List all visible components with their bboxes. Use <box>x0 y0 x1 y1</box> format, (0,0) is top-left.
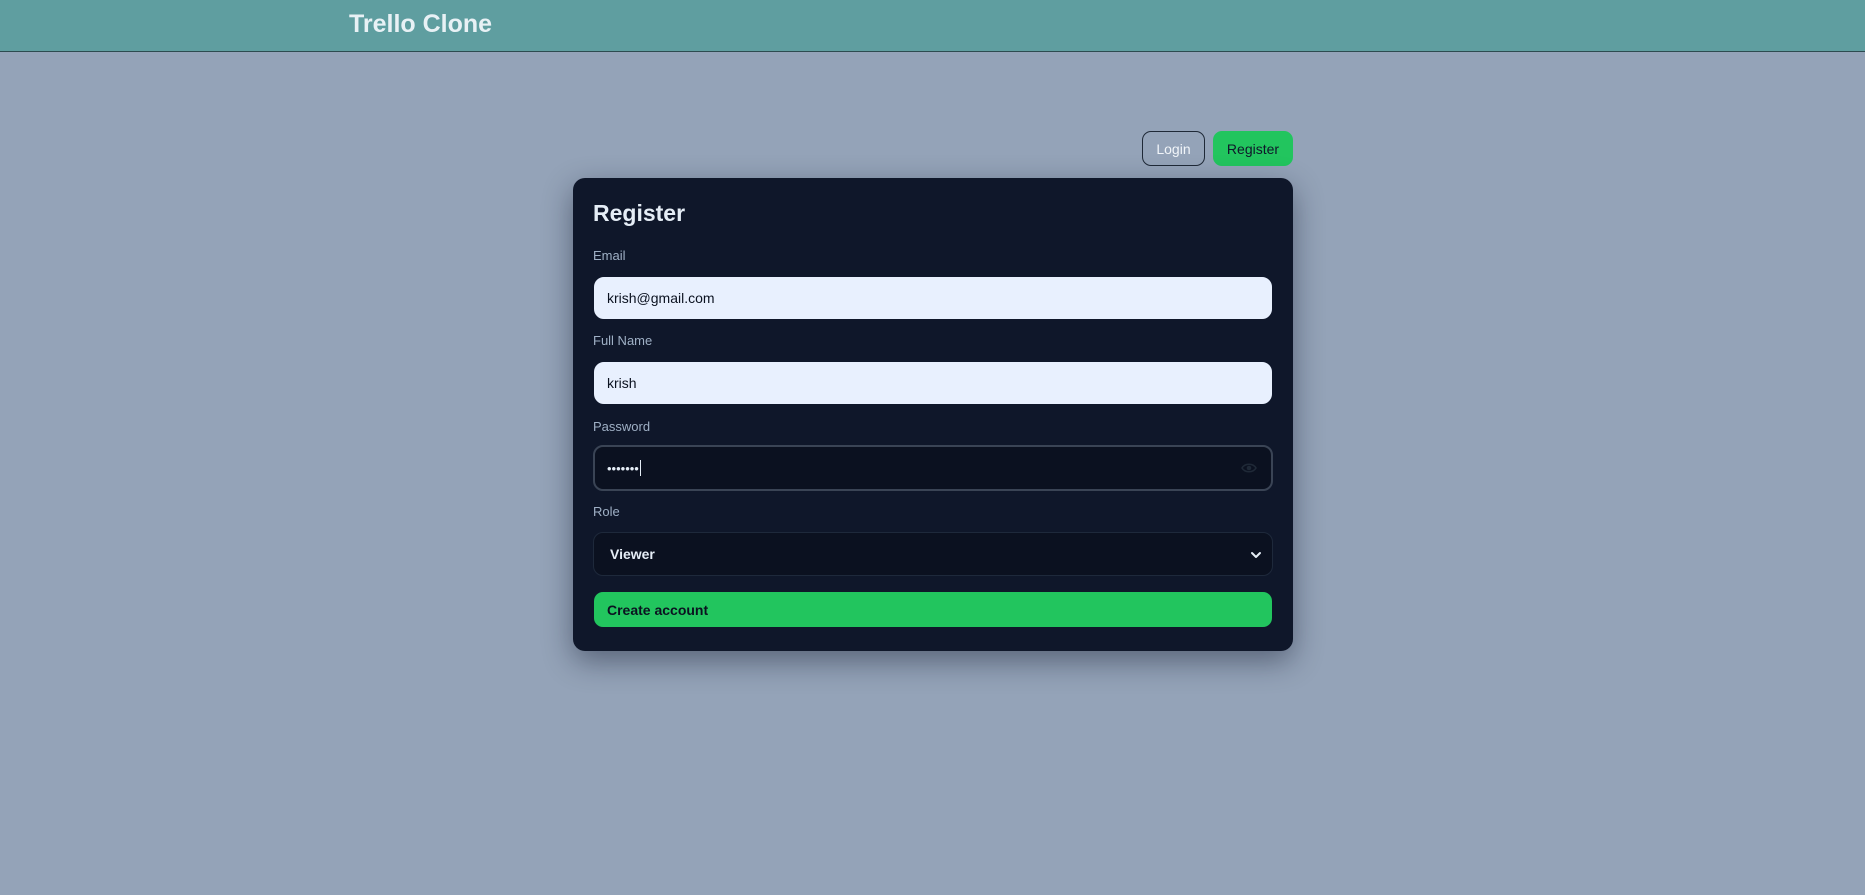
form-title: Register <box>593 200 686 226</box>
password-field[interactable]: ••••••• <box>593 445 1273 491</box>
create-account-button[interactable]: Create account <box>594 592 1272 627</box>
login-button[interactable]: Login <box>1142 131 1205 166</box>
text-caret <box>639 460 641 476</box>
full-name-field[interactable]: krish <box>594 362 1272 404</box>
email-label: Email <box>593 248 626 263</box>
register-tab-button[interactable]: Register <box>1213 131 1293 166</box>
password-value: ••••••• <box>607 460 639 476</box>
full-name-value: krish <box>607 375 637 391</box>
password-label: Password <box>593 419 651 434</box>
email-value: krish@gmail.com <box>607 290 715 306</box>
role-label: Role <box>593 504 620 519</box>
chevron-down-icon <box>1251 552 1261 558</box>
register-card: Register Email krish@gmail.com Full Name… <box>573 178 1293 651</box>
role-selected-value: Viewer <box>610 546 655 562</box>
top-navbar: Trello Clone <box>0 0 1865 52</box>
role-select[interactable]: Viewer <box>593 532 1273 576</box>
app-title: Trello Clone <box>349 10 493 38</box>
eye-icon[interactable] <box>1241 461 1257 475</box>
full-name-label: Full Name <box>593 333 653 348</box>
email-field[interactable]: krish@gmail.com <box>594 277 1272 319</box>
